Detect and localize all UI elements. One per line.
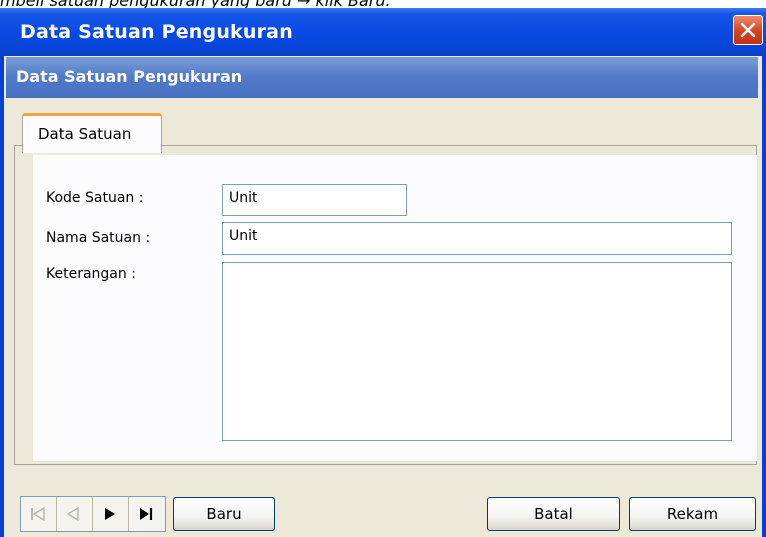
kode-satuan-input[interactable]: Unit [222, 184, 407, 216]
tab-label: Data Satuan [38, 125, 132, 143]
nama-satuan-label: Nama Satuan : [46, 230, 151, 246]
title-bar[interactable]: Data Satuan Pengukuran [0, 8, 766, 56]
kode-satuan-label: Kode Satuan : [46, 190, 144, 206]
last-record-icon [140, 508, 153, 520]
nama-satuan-input[interactable]: Unit [222, 222, 732, 255]
record-navigator [20, 496, 166, 532]
prev-record-button[interactable] [57, 497, 93, 531]
keterangan-textarea[interactable] [222, 262, 732, 441]
first-record-icon [31, 507, 45, 521]
prev-record-icon [66, 507, 79, 521]
form-header-band: Data Satuan Pengukuran [6, 57, 758, 98]
first-record-button[interactable] [21, 497, 57, 531]
window-title: Data Satuan Pengukuran [20, 21, 293, 43]
last-record-button[interactable] [129, 497, 165, 531]
rekam-button[interactable]: Rekam [629, 497, 756, 531]
close-button[interactable] [733, 15, 763, 45]
next-record-button[interactable] [93, 497, 129, 531]
baru-button[interactable]: Baru [173, 497, 275, 531]
batal-button[interactable]: Batal [487, 497, 620, 531]
keterangan-label: Keterangan : [46, 266, 136, 282]
form-header-title: Data Satuan Pengukuran [16, 67, 243, 86]
tab-data-satuan[interactable]: Data Satuan [22, 113, 162, 153]
close-icon [740, 22, 756, 38]
next-record-icon [105, 508, 115, 520]
